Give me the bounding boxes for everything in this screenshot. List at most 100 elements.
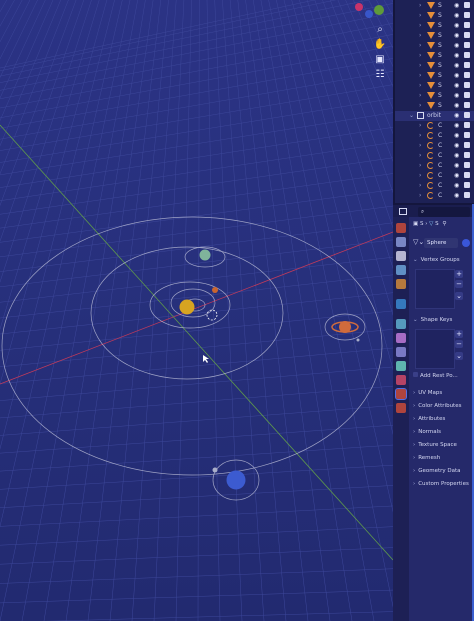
outliner-row[interactable]: › C ◉: [395, 161, 474, 171]
expand-chevron-icon[interactable]: ›: [419, 72, 421, 79]
mesh-name-field[interactable]: Sphere: [424, 238, 458, 248]
render-camera-icon[interactable]: [464, 72, 470, 78]
hand-pan-icon[interactable]: ✋: [373, 39, 387, 51]
render-camera-icon[interactable]: [464, 22, 470, 28]
tool-tab-icon[interactable]: [396, 223, 406, 233]
render-camera-icon[interactable]: [464, 142, 470, 148]
visibility-eye-icon[interactable]: ◉: [454, 182, 459, 189]
properties-search-field[interactable]: ⌕: [418, 207, 470, 217]
render-camera-icon[interactable]: [464, 162, 470, 168]
outliner-row[interactable]: › S ◉: [395, 91, 474, 101]
add-shape-key-button[interactable]: +: [455, 330, 463, 338]
data-tab-icon[interactable]: [395, 388, 407, 400]
shape-key-menu-button[interactable]: ⌄: [455, 352, 463, 360]
outliner-row[interactable]: › C ◉: [395, 151, 474, 161]
render-camera-icon[interactable]: [464, 32, 470, 38]
render-camera-icon[interactable]: [464, 12, 470, 18]
camera-view-icon[interactable]: ▣: [373, 54, 387, 66]
render-camera-icon[interactable]: [464, 82, 470, 88]
visibility-eye-icon[interactable]: ◉: [454, 62, 459, 69]
visibility-eye-icon[interactable]: ◉: [454, 172, 459, 179]
render-camera-icon[interactable]: [464, 92, 470, 98]
panel-remesh[interactable]: › Remesh: [413, 452, 473, 464]
panel-color-attributes[interactable]: › Color Attributes: [413, 400, 473, 412]
vertex-groups-list[interactable]: [415, 269, 455, 309]
panel-attributes[interactable]: › Attributes: [413, 413, 473, 425]
render-camera-icon[interactable]: [464, 62, 470, 68]
render-camera-icon[interactable]: [464, 52, 470, 58]
visibility-eye-icon[interactable]: ◉: [454, 72, 459, 79]
neptune-planet[interactable]: [226, 470, 246, 490]
expand-chevron-icon[interactable]: ›: [419, 122, 421, 129]
venus-planet[interactable]: [199, 249, 211, 261]
visibility-eye-icon[interactable]: ◉: [454, 132, 459, 139]
panel-texture-space[interactable]: › Texture Space: [413, 439, 473, 451]
panel-vertex-groups[interactable]: ⌄ Vertex Groups: [413, 254, 473, 266]
visibility-eye-icon[interactable]: ◉: [454, 82, 459, 89]
expand-chevron-icon[interactable]: ›: [419, 142, 421, 149]
modifier-tab-icon[interactable]: [396, 333, 406, 343]
visibility-eye-icon[interactable]: ◉: [454, 142, 459, 149]
outliner-row[interactable]: › S ◉: [395, 101, 474, 111]
remove-vertex-group-button[interactable]: −: [455, 280, 463, 288]
outliner-row[interactable]: › S ◉: [395, 51, 474, 61]
expand-chevron-icon[interactable]: ›: [419, 102, 421, 109]
expand-chevron-icon[interactable]: ›: [419, 42, 421, 49]
shape-keys-list[interactable]: [415, 329, 455, 369]
material-tab-icon[interactable]: [396, 403, 406, 413]
visibility-eye-icon[interactable]: ◉: [454, 102, 459, 109]
panel-normals[interactable]: › Normals: [413, 426, 473, 438]
render-camera-icon[interactable]: [464, 102, 470, 108]
render-tab-icon[interactable]: [396, 237, 406, 247]
outliner-row[interactable]: › S ◉: [395, 21, 474, 31]
3d-viewport[interactable]: ⌕ ✋ ▣ ☷: [0, 0, 393, 621]
sun-planet[interactable]: [179, 299, 195, 315]
visibility-eye-icon[interactable]: ◉: [454, 52, 459, 59]
render-camera-icon[interactable]: [464, 172, 470, 178]
editor-type-icon[interactable]: [399, 208, 407, 215]
outliner-row[interactable]: › C ◉: [395, 191, 474, 201]
render-camera-icon[interactable]: [464, 132, 470, 138]
add-vertex-group-button[interactable]: +: [455, 270, 463, 278]
fake-user-icon[interactable]: [462, 239, 470, 247]
grid-toggle-icon[interactable]: ☷: [373, 69, 387, 81]
view-layer-tab-icon[interactable]: [396, 265, 406, 275]
visibility-eye-icon[interactable]: ◉: [454, 42, 459, 49]
visibility-eye-icon[interactable]: ◉: [454, 112, 459, 119]
add-rest-position-checkbox[interactable]: [413, 372, 418, 377]
visibility-eye-icon[interactable]: ◉: [454, 192, 459, 199]
zoom-icon[interactable]: ⌕: [373, 24, 387, 36]
expand-chevron-icon[interactable]: ›: [419, 182, 421, 189]
panel-uv-maps[interactable]: › UV Maps: [413, 387, 473, 399]
expand-chevron-icon[interactable]: ›: [419, 52, 421, 59]
visibility-eye-icon[interactable]: ◉: [454, 92, 459, 99]
mercury-planet[interactable]: [212, 287, 218, 293]
outliner-row[interactable]: › S ◉: [395, 31, 474, 41]
mesh-datablock-selector[interactable]: ▽⌄ Sphere: [413, 238, 473, 249]
physics-tab-icon[interactable]: [396, 361, 406, 371]
world-tab-icon[interactable]: [396, 299, 406, 309]
render-camera-icon[interactable]: [464, 122, 470, 128]
expand-chevron-icon[interactable]: ›: [419, 82, 421, 89]
remove-shape-key-button[interactable]: −: [455, 340, 463, 348]
expand-chevron-icon[interactable]: ›: [419, 12, 421, 19]
visibility-eye-icon[interactable]: ◉: [454, 2, 459, 9]
render-camera-icon[interactable]: [464, 152, 470, 158]
expand-chevron-icon[interactable]: ›: [419, 162, 421, 169]
outliner-row[interactable]: › S ◉: [395, 81, 474, 91]
visibility-eye-icon[interactable]: ◉: [454, 32, 459, 39]
outliner-row[interactable]: › C ◉: [395, 171, 474, 181]
expand-chevron-icon[interactable]: ›: [419, 2, 421, 9]
outliner-row[interactable]: › S ◉: [395, 1, 474, 11]
particles-tab-icon[interactable]: [396, 347, 406, 357]
expand-chevron-icon[interactable]: ›: [419, 152, 421, 159]
expand-chevron-icon[interactable]: ›: [419, 172, 421, 179]
panel-shape-keys[interactable]: ⌄ Shape Keys: [413, 314, 473, 326]
outliner-row[interactable]: › C ◉: [395, 181, 474, 191]
expand-chevron-icon[interactable]: ⌄: [409, 112, 414, 119]
visibility-eye-icon[interactable]: ◉: [454, 22, 459, 29]
panel-custom-properties[interactable]: › Custom Properties: [413, 478, 473, 490]
constraints-tab-icon[interactable]: [396, 375, 406, 385]
render-camera-icon[interactable]: [464, 2, 470, 8]
pin-icon[interactable]: ⚲: [442, 221, 446, 227]
